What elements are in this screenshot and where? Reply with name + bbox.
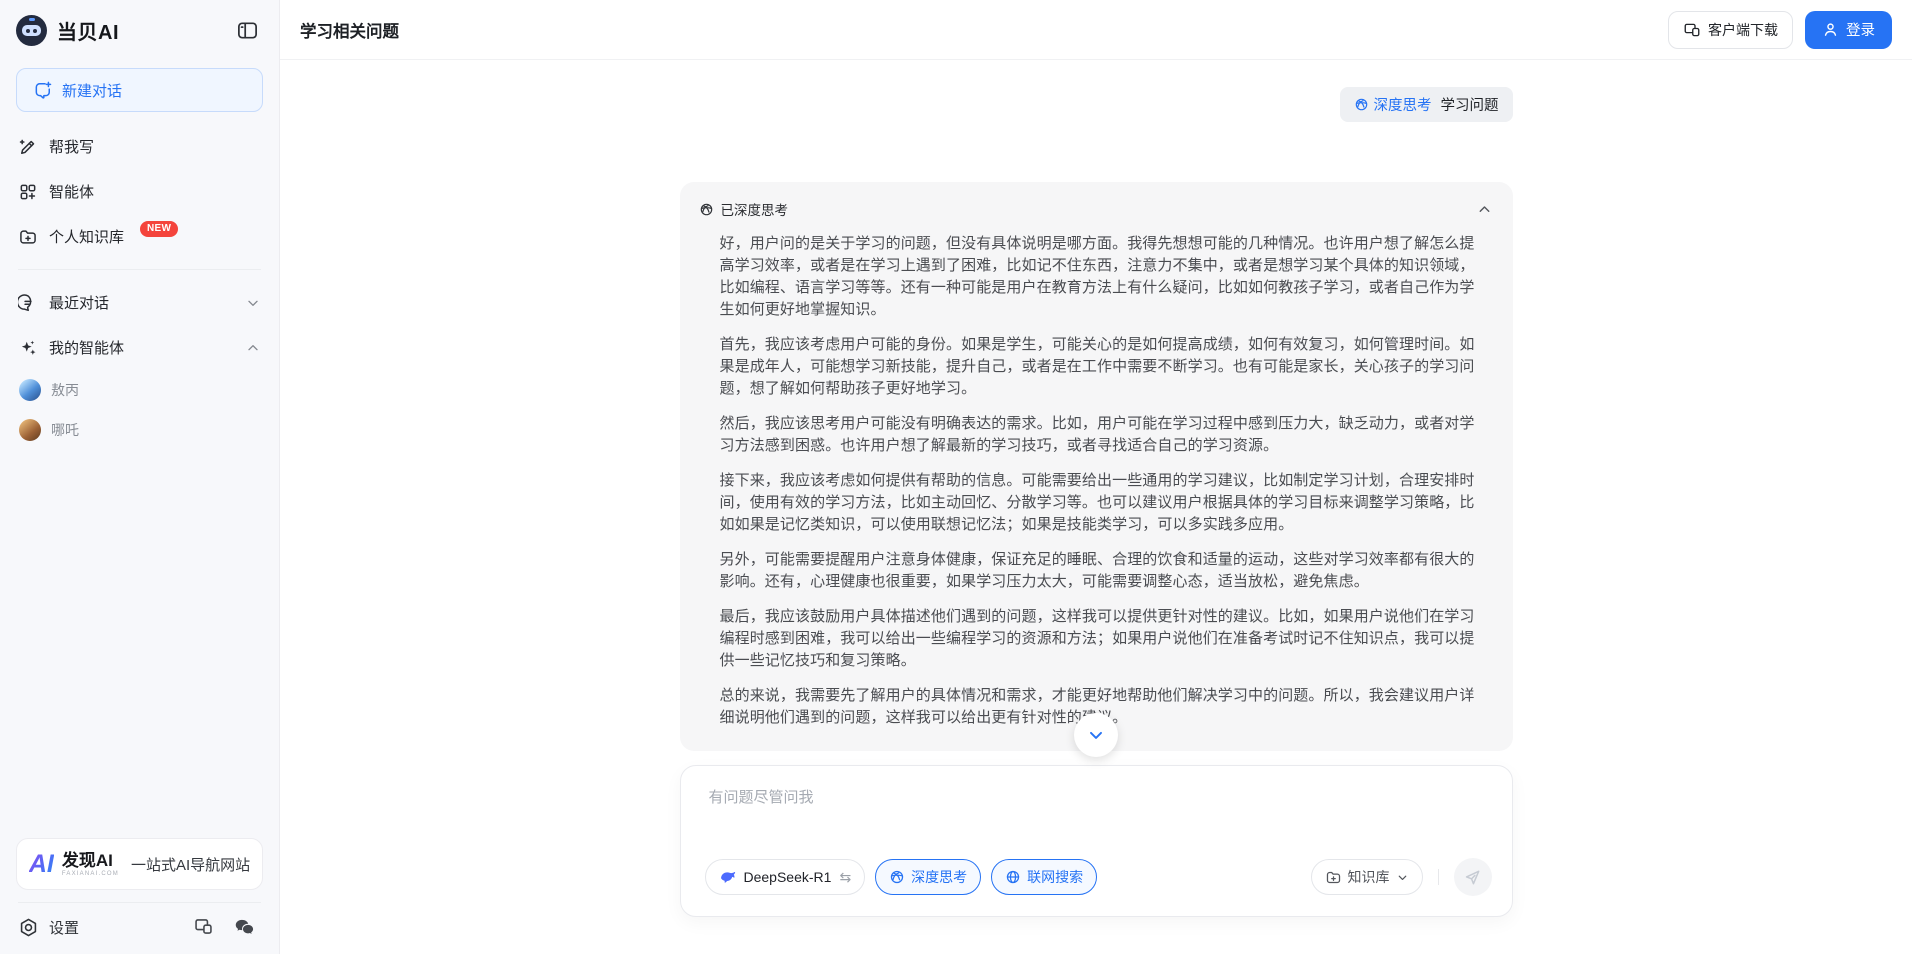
user-message-text: 学习问题 — [1441, 94, 1499, 115]
promo-tagline: 一站式AI导航网站 — [131, 854, 250, 875]
thinking-paragraph: 另外，可能需要提醒用户注意身体健康，保证充足的睡眠、合理的饮食和适量的运动，这些… — [720, 549, 1477, 593]
grid-plus-icon — [18, 182, 38, 202]
agent-avatar — [19, 379, 41, 401]
person-icon — [1822, 21, 1839, 38]
thinking-paragraph: 最后，我应该鼓励用户具体描述他们遇到的问题，这样我可以提供更针对性的建议。比如，… — [720, 606, 1477, 672]
scroll-to-bottom-button[interactable] — [1074, 713, 1118, 757]
sidebar-item-label: 智能体 — [49, 181, 94, 202]
main-area: 学习相关问题 客户端下载 登录 深度思考 学习问题 — [280, 0, 1912, 954]
sidebar: 当贝AI 新建对话 帮我写 智能体 个人知识库 NEW 最近对话 我的智能体 敖… — [0, 0, 280, 954]
chevron-down-icon[interactable] — [245, 295, 261, 311]
message-input[interactable] — [705, 776, 1492, 858]
gear-icon[interactable] — [18, 917, 39, 938]
thinking-paragraph: 好，用户问的是关于学习的问题，但没有具体说明是哪方面。我得先想想可能的几种情况。… — [720, 233, 1477, 321]
deep-think-icon — [699, 202, 714, 217]
devices-icon[interactable] — [193, 916, 214, 937]
sidebar-item-knowledge-base[interactable]: 个人知识库 NEW — [0, 214, 279, 259]
sidebar-agent-nezha[interactable]: 哪吒 — [0, 410, 279, 450]
folder-plus-icon — [1325, 869, 1342, 886]
deep-thinking-panel: 已深度思考 好，用户问的是关于学习的问题，但没有具体说明是哪方面。我得先想想可能… — [680, 182, 1513, 751]
model-name: DeepSeek-R1 — [744, 869, 832, 885]
sparkles-icon — [18, 338, 38, 358]
thinking-content: 好，用户问的是关于学习的问题，但没有具体说明是哪方面。我得先想想可能的几种情况。… — [680, 225, 1513, 751]
user-message-chip: 深度思考 学习问题 — [1340, 87, 1513, 122]
send-button[interactable] — [1454, 858, 1492, 896]
send-icon — [1463, 868, 1482, 887]
globe-icon — [1005, 869, 1021, 885]
chat-history-icon — [18, 293, 38, 313]
agent-avatar — [19, 419, 41, 441]
sidebar-item-label: 帮我写 — [49, 136, 94, 157]
client-download-button[interactable]: 客户端下载 — [1668, 11, 1793, 49]
sidebar-item-agents[interactable]: 智能体 — [0, 169, 279, 214]
knowledge-base-label: 知识库 — [1348, 867, 1390, 887]
sidebar-footer: 设置 — [18, 902, 261, 954]
agent-name: 哪吒 — [51, 420, 79, 440]
sidebar-collapse-icon[interactable] — [236, 19, 259, 42]
thinking-paragraph: 首先，我应该考虑用户可能的身份。如果是学生，可能关心的是如何提高成绩，如何有效复… — [720, 334, 1477, 400]
login-label: 登录 — [1846, 19, 1875, 40]
pencil-plus-icon — [18, 137, 38, 157]
deep-think-toggle[interactable]: 深度思考 — [875, 859, 981, 895]
brand-robot-avatar — [16, 15, 47, 46]
sidebar-divider — [18, 269, 261, 270]
topbar: 学习相关问题 客户端下载 登录 — [280, 0, 1912, 60]
knowledge-base-selector[interactable]: 知识库 — [1311, 859, 1423, 895]
login-button[interactable]: 登录 — [1805, 11, 1892, 49]
client-download-label: 客户端下载 — [1708, 20, 1778, 40]
new-chat-button[interactable]: 新建对话 — [16, 68, 263, 112]
agent-name: 敖丙 — [51, 380, 79, 400]
wechat-icon[interactable] — [233, 916, 255, 938]
composer-divider — [1438, 869, 1439, 885]
faxian-ai-logo-mark: AI — [29, 852, 54, 877]
deepseek-whale-icon — [719, 868, 738, 887]
chip-deep-think: 深度思考 — [1354, 94, 1432, 115]
deep-think-icon — [889, 869, 905, 885]
chevron-down-icon — [1396, 871, 1409, 884]
device-download-icon — [1683, 21, 1701, 39]
composer: DeepSeek-R1 ⇆ 深度思考 联网搜索 知识库 — [680, 765, 1513, 917]
folder-plus-icon — [18, 227, 38, 247]
faxian-ai-promo-banner[interactable]: AI 发现AI FAXIANAI.COM 一站式AI导航网站 — [16, 838, 263, 890]
new-chat-label: 新建对话 — [62, 80, 122, 101]
thinking-panel-title: 已深度思考 — [721, 199, 789, 219]
faxian-ai-logo: 发现AI FAXIANAI.COM — [62, 852, 119, 877]
sidebar-section-label: 最近对话 — [49, 292, 109, 313]
thinking-panel-header[interactable]: 已深度思考 — [680, 182, 1513, 225]
thinking-paragraph: 接下来，我应该考虑如何提供有帮助的信息。可能需要给出一些通用的学习建议，比如制定… — [720, 470, 1477, 536]
sidebar-agent-aobing[interactable]: 敖丙 — [0, 370, 279, 410]
sidebar-item-write[interactable]: 帮我写 — [0, 124, 279, 169]
sidebar-section-my-agents[interactable]: 我的智能体 — [0, 325, 279, 370]
deep-think-label: 深度思考 — [911, 867, 967, 887]
new-badge: NEW — [140, 221, 178, 237]
settings-label[interactable]: 设置 — [49, 917, 79, 938]
brand-row: 当贝AI — [0, 0, 279, 59]
web-search-toggle[interactable]: 联网搜索 — [991, 859, 1097, 895]
page-title: 学习相关问题 — [300, 18, 399, 42]
sidebar-section-recent-chats[interactable]: 最近对话 — [0, 280, 279, 325]
thinking-paragraph: 然后，我应该思考用户可能没有明确表达的需求。比如，用户可能在学习过程中感到压力大… — [720, 413, 1477, 457]
chevron-down-icon — [1086, 725, 1106, 745]
deep-think-icon — [1354, 97, 1369, 112]
chevron-up-icon[interactable] — [245, 340, 261, 356]
sidebar-section-label: 我的智能体 — [49, 337, 124, 358]
sidebar-item-label: 个人知识库 — [49, 226, 124, 247]
model-swap-icon[interactable]: ⇆ — [839, 869, 851, 886]
model-selector[interactable]: DeepSeek-R1 ⇆ — [705, 859, 866, 895]
brand-name: 当贝AI — [57, 16, 119, 45]
collapse-thinking-chevron-up-icon[interactable] — [1476, 201, 1493, 218]
web-search-label: 联网搜索 — [1027, 867, 1083, 887]
chat-region: 深度思考 学习问题 已深度思考 好，用户问的是关于学习的问题，但没有具体说明是哪… — [280, 60, 1912, 954]
